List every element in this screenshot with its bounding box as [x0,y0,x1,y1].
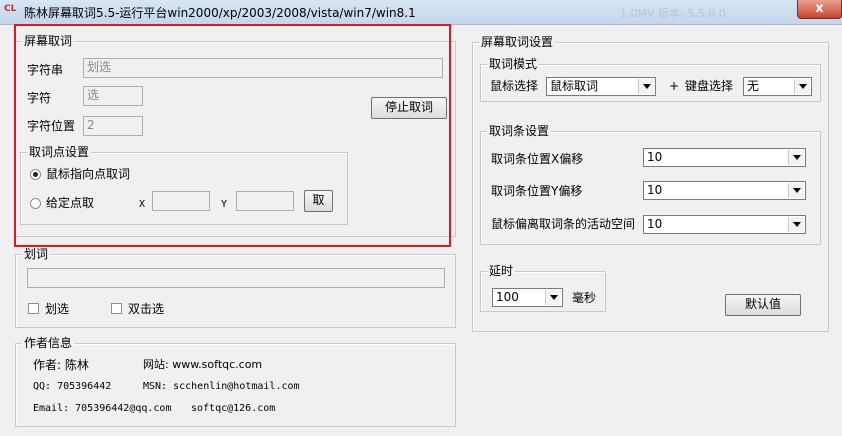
activity-space-value: 10 [647,217,663,231]
select-text-group: 划词 [15,247,456,328]
close-icon: x [815,1,824,16]
keyboard-select-label: 键盘选择 [685,79,734,93]
delay-legend: 延时 [487,264,516,278]
chevron-down-icon[interactable] [545,290,561,305]
y-offset-label: 取词条位置Y偏移 [491,184,583,198]
website-text: 网站: www.softqc.com [143,358,263,371]
faded-title-text: 1.0MV 版本: 5.5.0.0 [620,7,726,20]
default-button[interactable]: 默认值 [725,294,801,316]
capture-settings-legend: 屏幕取词设置 [479,35,556,49]
activity-space-dropdown[interactable]: 10 [643,215,806,234]
highlight-box [14,24,451,247]
x-offset-dropdown[interactable]: 10 [643,148,806,167]
chevron-down-icon[interactable] [794,79,810,94]
author-name: 作者: 陈林 [33,358,89,372]
y-offset-value: 10 [647,183,663,197]
chevron-down-icon[interactable] [788,150,804,165]
double-click-checkbox[interactable] [111,303,122,314]
keyboard-select-dropdown[interactable]: 无 [743,77,812,96]
keyboard-select-value: 无 [747,79,760,93]
capture-bar-legend: 取词条设置 [487,124,552,138]
mouse-select-value: 鼠标取词 [550,79,599,93]
author-info-legend: 作者信息 [22,336,75,350]
qq-text: QQ: 705396442 [33,381,112,392]
double-click-label: 双击选 [128,302,165,316]
title-bar: CL 陈林屏幕取词5.5-运行平台win2000/xp/2003/2008/vi… [0,0,842,25]
chevron-down-icon[interactable] [788,183,804,198]
drag-select-checkbox[interactable] [28,303,39,314]
y-offset-dropdown[interactable]: 10 [643,181,806,200]
mouse-select-dropdown[interactable]: 鼠标取词 [546,77,656,96]
chevron-down-icon[interactable] [638,79,654,94]
drag-select-label: 划选 [45,302,70,316]
close-button[interactable]: x [797,0,842,19]
selected-text-field[interactable] [27,268,445,288]
delay-value: 100 [496,290,519,304]
activity-space-label: 鼠标偏离取词条的活动空间 [491,217,636,231]
capture-mode-legend: 取词模式 [487,57,540,71]
email-text-2: softqc@126.com [191,403,276,414]
delay-dropdown[interactable]: 100 [492,288,563,307]
chevron-down-icon[interactable] [788,217,804,232]
select-text-legend: 划词 [22,247,51,261]
x-offset-label: 取词条位置X偏移 [491,152,584,166]
mouse-select-label: 鼠标选择 [490,79,539,93]
msn-text: MSN: scchenlin@hotmail.com [143,381,300,392]
window-title: 陈林屏幕取词5.5-运行平台win2000/xp/2003/2008/vista… [24,6,416,20]
x-offset-value: 10 [647,150,663,164]
app-icon: CL [4,4,17,14]
email-text: Email: 705396442@qq.com [33,403,172,414]
delay-unit: 毫秒 [572,291,597,305]
plus-sign: + [669,79,680,93]
